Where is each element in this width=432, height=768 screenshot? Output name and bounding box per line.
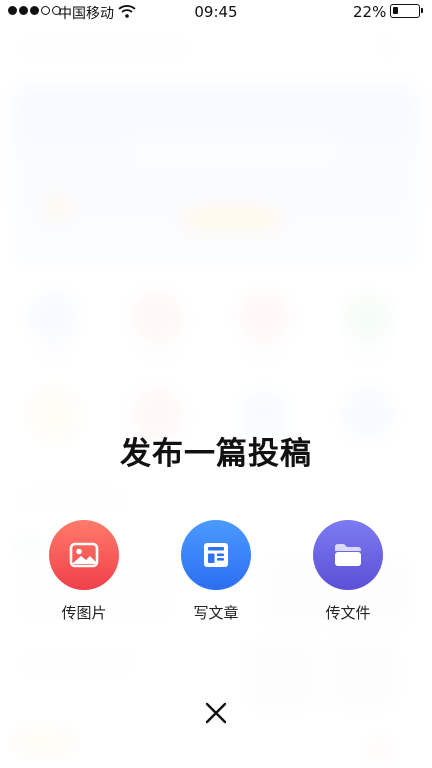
upload-image-option[interactable]: 传图片 xyxy=(29,520,139,623)
close-button[interactable] xyxy=(200,697,232,729)
write-article-button[interactable] xyxy=(181,520,251,590)
status-bar: 中国移动 09:45 22% xyxy=(0,0,432,24)
article-icon xyxy=(204,543,228,567)
upload-file-option[interactable]: 传文件 xyxy=(293,520,403,623)
sheet-title: 发布一篇投稿 xyxy=(120,436,312,472)
upload-file-button[interactable] xyxy=(313,520,383,590)
upload-image-button[interactable] xyxy=(49,520,119,590)
write-article-label: 写文章 xyxy=(193,604,239,622)
upload-file-label: 传文件 xyxy=(325,604,371,622)
folder-icon xyxy=(335,544,361,566)
image-icon xyxy=(69,542,99,568)
modal-overlay xyxy=(0,0,432,768)
upload-image-label: 传图片 xyxy=(61,604,107,622)
write-article-option[interactable]: 写文章 xyxy=(161,520,271,623)
close-icon xyxy=(205,702,227,724)
battery-icon xyxy=(390,4,423,18)
battery-percent: 22% xyxy=(353,3,387,21)
